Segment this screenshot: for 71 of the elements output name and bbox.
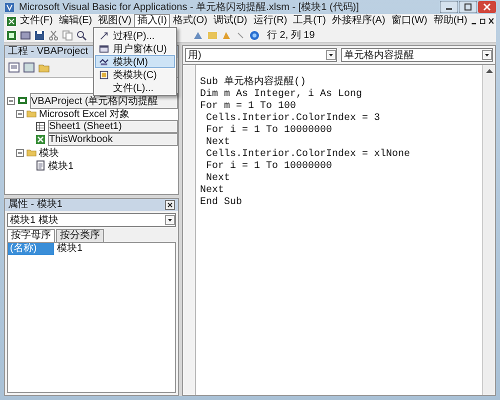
menu-option[interactable]: 模块(M) xyxy=(95,55,175,68)
close-button[interactable] xyxy=(478,1,496,13)
procedure-dropdown[interactable]: 单元格内容提醒 xyxy=(341,48,493,62)
menu-item[interactable]: 运行(R) xyxy=(250,14,290,28)
help-icon[interactable] xyxy=(249,30,260,40)
object-dropdown[interactable]: 用) xyxy=(185,48,337,62)
menu-item[interactable]: 视图(V) xyxy=(95,14,134,28)
module-icon xyxy=(35,160,46,171)
collapse-icon[interactable] xyxy=(16,110,24,118)
collapse-icon[interactable] xyxy=(7,96,15,104)
menu-item[interactable]: 编辑(E) xyxy=(56,14,96,28)
pane-title: 工程 - VBAProject xyxy=(8,46,88,58)
code-line: For m = 1 To 100 xyxy=(200,101,298,112)
menu-item[interactable]: 外接程序(A) xyxy=(328,14,388,28)
code-line: End Sub xyxy=(200,197,244,209)
property-value[interactable]: 模块1 xyxy=(54,243,83,255)
procedure-icon xyxy=(99,30,109,40)
menu-option[interactable]: 用户窗体(U) xyxy=(95,42,175,55)
menu-item[interactable]: 调试(D) xyxy=(210,14,250,28)
module-icon xyxy=(99,56,109,66)
menu-option[interactable]: 文件(L)... xyxy=(95,81,175,94)
menu-item[interactable]: 文件(F) xyxy=(17,14,56,28)
menu-item[interactable]: 帮助(H) xyxy=(430,14,470,28)
view-object-icon[interactable] xyxy=(23,62,35,73)
code-line: Next xyxy=(200,185,226,196)
excel-icon[interactable] xyxy=(6,16,17,26)
tab[interactable]: 按分类序 xyxy=(56,229,104,242)
sheet-icon xyxy=(35,121,46,132)
menu-item[interactable]: 窗口(W) xyxy=(388,14,430,28)
code-line: Next xyxy=(205,137,232,148)
minimize-button[interactable] xyxy=(440,1,458,13)
tree-item[interactable]: ThisWorkbook xyxy=(48,133,178,146)
pane-title: 属性 - 模块1 xyxy=(8,199,62,211)
view-code-icon[interactable] xyxy=(8,62,20,73)
cursor-position: 行 2, 列 19 xyxy=(267,29,315,42)
menu-item[interactable]: 格式(O) xyxy=(170,14,210,28)
excel-view-icon[interactable] xyxy=(6,30,17,40)
app-icon xyxy=(4,2,15,12)
tree-item[interactable]: Sheet1 (Sheet1) xyxy=(48,120,178,133)
cut-icon[interactable] xyxy=(48,30,59,40)
menu-option[interactable]: 类模块(C) xyxy=(95,68,175,81)
tree-item[interactable]: 模块 xyxy=(39,146,59,160)
workbook-icon xyxy=(35,134,46,145)
code-line: For i = 1 To 10000000 xyxy=(205,125,334,137)
code-line: Cells.Interior.ColorIndex = 3 xyxy=(205,113,382,124)
object-dropdown[interactable]: 模块1 模块 xyxy=(7,213,176,227)
window-controls-icon[interactable] xyxy=(470,16,496,26)
tree-item[interactable]: Microsoft Excel 对象 xyxy=(39,106,130,120)
find-icon[interactable] xyxy=(76,30,87,40)
project-icon xyxy=(17,95,28,106)
folder-icon xyxy=(26,147,37,158)
code-line: For i = 1 To 10000000 xyxy=(205,161,334,173)
form-icon xyxy=(99,44,109,54)
maximize-button[interactable] xyxy=(459,1,477,13)
code-line: Next xyxy=(205,173,232,185)
code-line: Cells.Interior.ColorIndex = xlNone xyxy=(205,149,412,160)
folder-icon xyxy=(26,108,37,119)
tree-item[interactable]: 模块1 xyxy=(48,158,74,172)
code-line: Dim m As Integer, i As Long xyxy=(200,89,364,101)
scroll-up-icon[interactable] xyxy=(484,67,494,74)
menu-item[interactable]: 工具(T) xyxy=(290,14,329,28)
class-module-icon xyxy=(99,70,109,80)
collapse-icon[interactable] xyxy=(16,148,24,156)
close-icon[interactable] xyxy=(165,200,175,210)
toggle-folders-icon[interactable] xyxy=(38,62,50,73)
tab[interactable]: 按字母序 xyxy=(7,229,55,242)
code-line: Sub 单元格内容提醒() xyxy=(200,77,308,88)
menu-item[interactable]: 插入(I) xyxy=(134,14,170,28)
save-icon[interactable] xyxy=(34,30,45,40)
window-title: Microsoft Visual Basic for Applications - 单元格闪动提醒.xlsm - [模块1 (代码)] xyxy=(19,0,359,14)
menu-option[interactable]: 过程(P)... xyxy=(95,29,175,42)
